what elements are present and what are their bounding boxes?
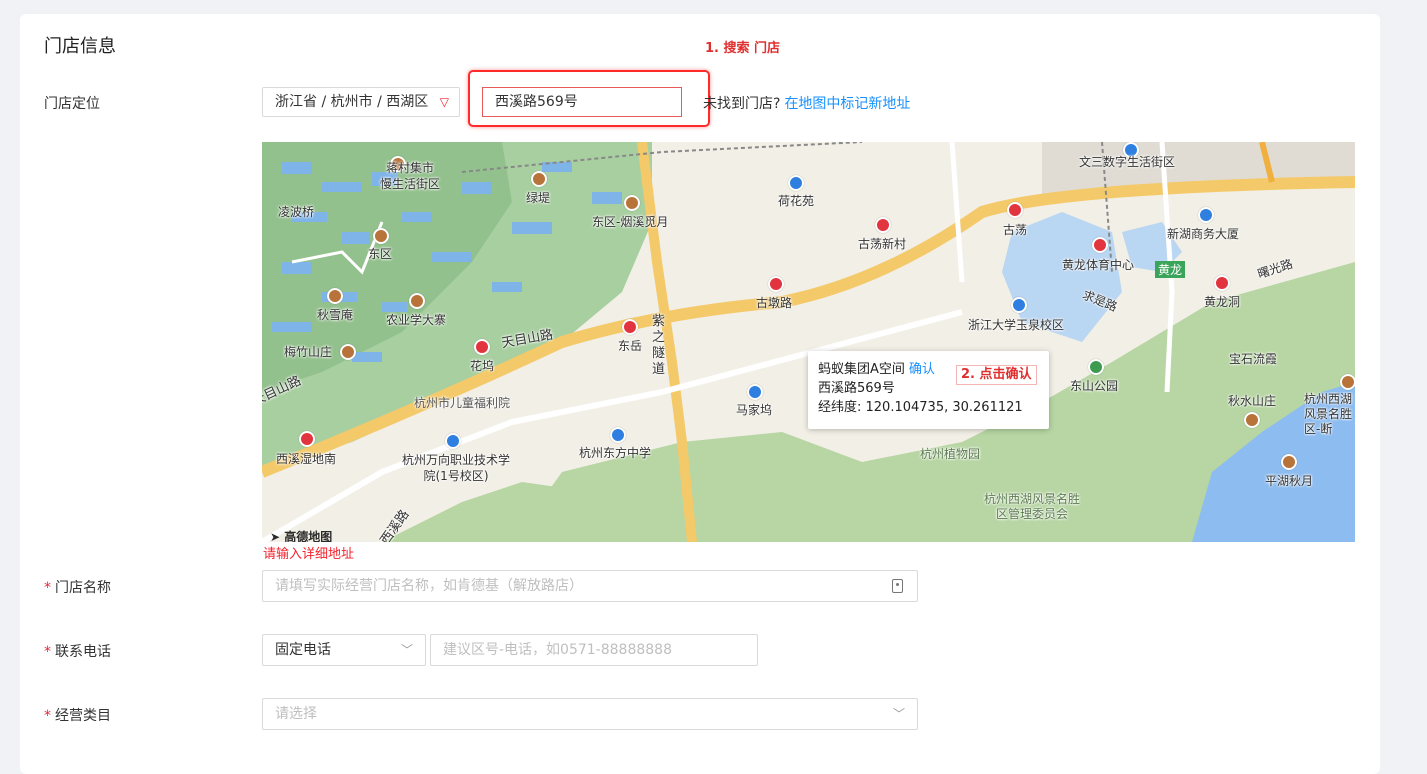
poi-marker-icon xyxy=(1011,297,1027,313)
chevron-down-icon: ▽ xyxy=(439,95,449,109)
chevron-down-icon: ﹀ xyxy=(400,643,413,657)
region-cascader[interactable]: 浙江省 / 杭州市 / 西湖区 ▽ xyxy=(262,87,460,117)
confirm-button[interactable]: 确认 xyxy=(909,362,935,377)
required-mark: * xyxy=(44,580,51,596)
poi-marker-icon xyxy=(327,288,343,304)
poi-label: 梅竹山庄 xyxy=(284,345,333,359)
poi-marker-icon xyxy=(409,293,425,309)
poi-marker-icon xyxy=(1281,454,1297,470)
poi-marker-icon xyxy=(445,433,461,449)
category-label-text: 经营类目 xyxy=(55,708,111,724)
poi-label: 黄龙体育中心 xyxy=(1062,258,1135,272)
poi-label: 秋雪庵 xyxy=(317,308,354,322)
poi-label: 杭州西湖风景名胜区管理委员会 xyxy=(983,492,1080,521)
poi-marker-icon xyxy=(768,276,784,292)
poi-marker-icon xyxy=(624,195,640,211)
chevron-down-icon: ﹀ xyxy=(892,707,905,721)
not-found-hint: 未找到门店? 在地图中标记新地址 xyxy=(703,93,910,113)
phone-type-value: 固定电话 xyxy=(275,642,331,658)
poi-label: 凌波桥 xyxy=(278,205,315,219)
poi-label: 黄龙 xyxy=(1155,261,1186,278)
poi-marker-icon xyxy=(531,171,547,187)
region-value: 浙江省 / 杭州市 / 西湖区 xyxy=(275,94,429,110)
poi-label: 花坞 xyxy=(470,359,495,373)
poi-label: 黄龙洞 xyxy=(1204,295,1241,309)
poi-label: 蒋村集市 xyxy=(386,161,435,175)
phone-label-text: 联系电话 xyxy=(55,644,111,660)
phone-label: * 联系电话 xyxy=(44,641,111,661)
poi-label: 宝石流霞 xyxy=(1229,352,1278,366)
required-mark: * xyxy=(44,644,51,660)
phone-input[interactable]: 建议区号-电话，如0571-88888888 xyxy=(430,634,758,666)
poi-label: 紫之隧道 xyxy=(652,314,666,377)
location-popup: 蚂蚁集团A空间 确认 西溪路569号 经纬度: 120.104735, 30.26… xyxy=(808,351,1049,429)
popup-place-name: 蚂蚁集团A空间 xyxy=(818,362,905,377)
map[interactable]: 蒋村集市 慢生活街区 绿堤 凌波桥 东区 东区-烟溪觅月 荷花苑 古荡新村 古荡… xyxy=(262,142,1355,542)
poi-marker-icon xyxy=(1092,237,1108,253)
poi-label: 杭州植物园 xyxy=(920,447,981,461)
poi-label: 杭州市儿童福利院 xyxy=(414,396,511,410)
poi-label: 新湖商务大厦 xyxy=(1167,227,1240,241)
poi-marker-icon xyxy=(622,319,638,335)
poi-marker-icon xyxy=(1214,275,1230,291)
store-name-input[interactable]: 请填写实际经营门店名称，如肯德基（解放路店） xyxy=(262,570,918,602)
poi-marker-icon xyxy=(299,431,315,447)
poi-marker-icon xyxy=(1088,359,1104,375)
poi-label: 荷花苑 xyxy=(778,194,815,208)
mark-new-address-link[interactable]: 在地图中标记新地址 xyxy=(784,96,910,112)
poi-label: 杭州万向职业技术学院(1号校区) xyxy=(401,453,510,483)
poi-marker-icon xyxy=(1340,374,1355,390)
section-title: 门店信息 xyxy=(44,36,116,57)
category-placeholder: 请选择 xyxy=(275,706,317,722)
not-found-text: 未找到门店? xyxy=(703,96,781,112)
poi-marker-icon xyxy=(1244,412,1260,428)
step1-annotation: 1. 搜索 门店 xyxy=(705,41,781,56)
phone-type-select[interactable]: 固定电话 ﹀ xyxy=(262,634,426,666)
poi-label: 浙江大学玉泉校区 xyxy=(968,318,1065,332)
category-label: * 经营类目 xyxy=(44,705,111,725)
poi-label: 东区-烟溪觅月 xyxy=(592,215,669,229)
phone-placeholder: 建议区号-电话，如0571-88888888 xyxy=(443,642,672,658)
poi-label: 东岳 xyxy=(618,339,643,353)
popup-coordinates: 经纬度: 120.104735, 30.261121 xyxy=(818,400,1023,415)
poi-marker-icon xyxy=(340,344,356,360)
poi-label: 马家坞 xyxy=(736,403,773,417)
poi-label: 慢生活街区 xyxy=(380,177,441,191)
poi-label: 古墩路 xyxy=(756,296,793,310)
location-label: 门店定位 xyxy=(44,96,100,112)
poi-label: 杭州西湖风景名胜区-断 xyxy=(1304,392,1353,436)
store-name-label: * 门店名称 xyxy=(44,577,111,597)
poi-marker-icon xyxy=(474,339,490,355)
store-name-label-text: 门店名称 xyxy=(55,580,111,596)
map-logo-text: 高德地图 xyxy=(284,530,333,542)
poi-label: 秋水山庄 xyxy=(1228,394,1277,408)
poi-marker-icon xyxy=(747,384,763,400)
poi-label: 平湖秋月 xyxy=(1265,474,1314,488)
category-select[interactable]: 请选择 ﹀ xyxy=(262,698,918,730)
poi-label: 杭州东方中学 xyxy=(579,446,652,460)
poi-label: 古荡 xyxy=(1003,223,1028,237)
poi-label: 农业学大寨 xyxy=(386,313,447,327)
poi-marker-icon xyxy=(1198,207,1214,223)
store-name-placeholder: 请填写实际经营门店名称，如肯德基（解放路店） xyxy=(275,578,583,594)
address-error-message: 请输入详细地址 xyxy=(263,547,355,562)
poi-label: 绿堤 xyxy=(526,191,551,205)
poi-marker-icon xyxy=(875,217,891,233)
required-mark: * xyxy=(44,708,51,724)
step2-annotation: 2. 点击确认 xyxy=(956,365,1037,385)
poi-marker-icon xyxy=(788,175,804,191)
poi-label: 古荡新村 xyxy=(858,237,907,251)
poi-label: 东山公园 xyxy=(1070,379,1119,393)
poi-marker-icon xyxy=(373,228,389,244)
poi-label: 东区 xyxy=(368,247,393,261)
poi-label: 文三数字生活街区 xyxy=(1079,155,1176,169)
contact-card-icon[interactable] xyxy=(892,579,903,593)
poi-label: 西溪湿地南 xyxy=(276,452,337,466)
address-search-input[interactable]: 西溪路569号 xyxy=(482,87,682,117)
poi-marker-icon xyxy=(1007,202,1023,218)
poi-marker-icon xyxy=(610,427,626,443)
map-logo: ➤ 高德地图 xyxy=(270,530,333,542)
